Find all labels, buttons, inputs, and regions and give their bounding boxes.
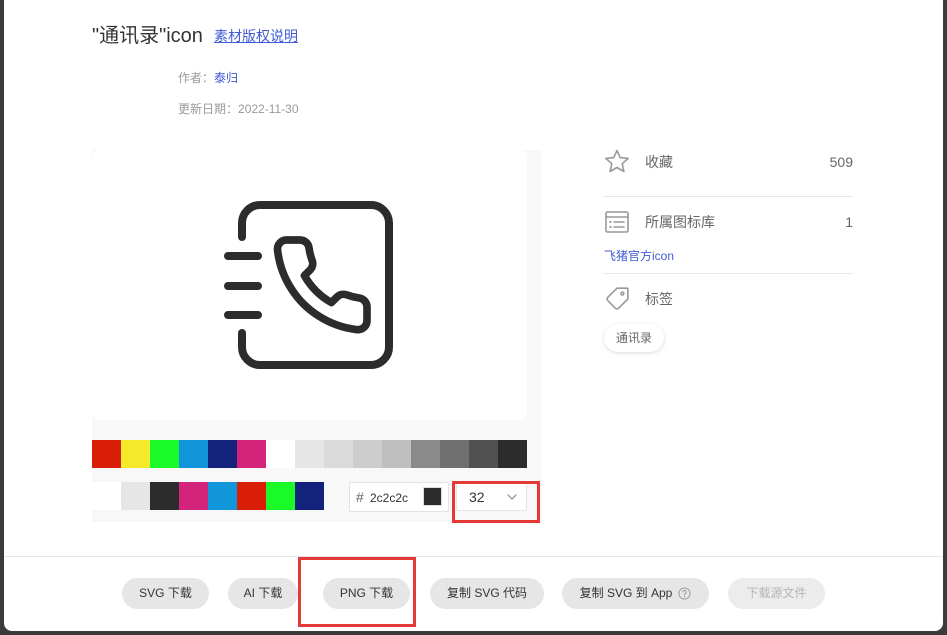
color-swatch[interactable] xyxy=(353,440,382,468)
button-label: SVG 下载 xyxy=(139,586,192,600)
sidebar-divider xyxy=(603,273,853,274)
color-swatch[interactable] xyxy=(179,440,208,468)
button-label: AI 下载 xyxy=(243,586,283,600)
book-tabs xyxy=(224,252,262,319)
copyright-link[interactable]: 素材版权说明 xyxy=(214,27,298,45)
color-swatch[interactable] xyxy=(324,440,353,468)
ai-download-button[interactable]: AI 下载 xyxy=(228,578,298,609)
color-swatch[interactable] xyxy=(295,482,324,510)
svg-download-button[interactable]: SVG 下载 xyxy=(122,578,209,609)
phone-handset xyxy=(273,236,371,334)
copy-svg-code-button[interactable]: 复制 SVG 代码 xyxy=(430,578,544,609)
list-icon xyxy=(605,211,629,233)
color-swatch[interactable] xyxy=(179,482,208,510)
hex-color-input[interactable]: # 2c2c2c xyxy=(349,482,449,512)
author-line: 作者：泰归 xyxy=(178,70,238,86)
color-swatch[interactable] xyxy=(469,440,498,468)
color-palette-row-1 xyxy=(92,440,527,468)
color-swatch[interactable] xyxy=(266,482,295,510)
color-swatch[interactable] xyxy=(92,440,121,468)
color-swatch[interactable] xyxy=(498,440,527,468)
icon-stroke-group xyxy=(224,201,393,369)
color-swatch[interactable] xyxy=(411,440,440,468)
sidebar-divider xyxy=(603,196,853,197)
color-swatch[interactable] xyxy=(121,482,150,510)
color-swatch[interactable] xyxy=(237,440,266,468)
library-label: 所属图标库 xyxy=(645,214,715,230)
button-label: 下载源文件 xyxy=(746,586,807,600)
color-swatch[interactable] xyxy=(92,482,121,510)
color-swatch[interactable] xyxy=(208,482,237,510)
update-date-value: 2022-11-30 xyxy=(238,102,299,116)
author-link[interactable]: 泰归 xyxy=(214,71,238,85)
color-swatch[interactable] xyxy=(295,440,324,468)
update-date-label: 更新日期： xyxy=(178,102,239,116)
author-label: 作者： xyxy=(178,71,215,85)
copy-svg-to-app-button[interactable]: 复制 SVG 到 App xyxy=(562,578,709,609)
color-swatch[interactable] xyxy=(121,440,150,468)
hex-swatch[interactable] xyxy=(423,487,442,506)
star-icon[interactable] xyxy=(604,149,630,175)
highlight-box xyxy=(298,557,416,627)
tag-icon xyxy=(606,287,629,310)
icon-preview xyxy=(92,150,527,420)
help-circle-icon[interactable] xyxy=(678,587,691,600)
favorite-label: 收藏 xyxy=(645,154,673,170)
color-swatch[interactable] xyxy=(382,440,411,468)
address-book-icon xyxy=(224,201,393,369)
color-swatch[interactable] xyxy=(150,482,179,510)
tag-chip[interactable]: 通讯录 xyxy=(604,324,664,352)
update-date-line: 更新日期：2022-11-30 xyxy=(178,101,299,117)
favorite-count: 509 xyxy=(829,154,853,170)
hex-value[interactable]: 2c2c2c xyxy=(370,490,408,506)
color-swatch[interactable] xyxy=(150,440,179,468)
page-title: "通讯录"icon xyxy=(92,25,203,47)
highlight-box xyxy=(452,481,540,523)
hex-prefix: # xyxy=(356,489,364,505)
download-source-button[interactable]: 下载源文件 xyxy=(728,578,825,609)
library-count: 1 xyxy=(845,214,853,230)
button-label: 复制 SVG 到 App xyxy=(579,586,673,600)
library-link[interactable]: 飞猪官方icon xyxy=(604,248,674,264)
color-swatch[interactable] xyxy=(237,482,266,510)
color-swatch[interactable] xyxy=(208,440,237,468)
color-swatch[interactable] xyxy=(266,440,295,468)
color-palette-row-2 xyxy=(92,482,324,510)
button-label: 复制 SVG 代码 xyxy=(446,586,527,600)
footer-divider xyxy=(4,556,943,557)
tags-label: 标签 xyxy=(645,291,673,307)
color-swatch[interactable] xyxy=(440,440,469,468)
